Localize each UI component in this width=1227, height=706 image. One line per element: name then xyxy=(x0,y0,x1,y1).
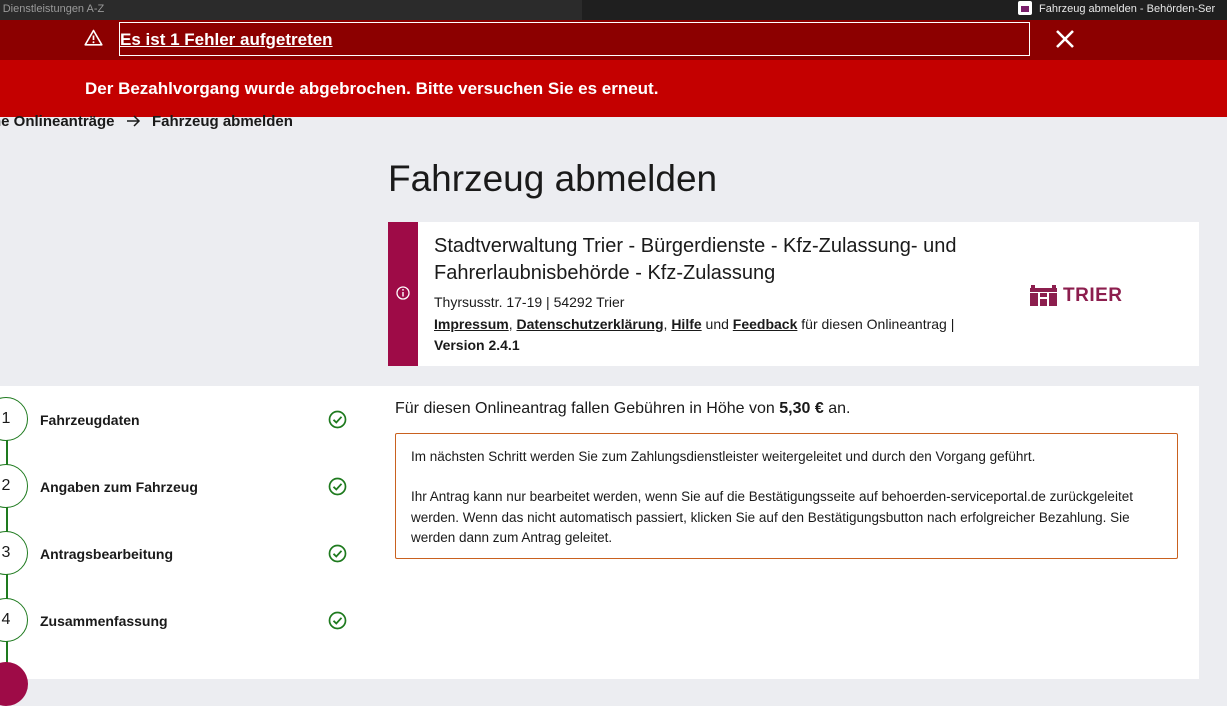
warning-icon xyxy=(84,29,103,46)
authority-address: Thyrsusstr. 17-19 | 54292 Trier xyxy=(434,294,625,310)
breadcrumb-item-onlineantraege[interactable]: ne Onlineanträge xyxy=(0,113,115,130)
step-label-angaben[interactable]: Angaben zum Fahrzeug xyxy=(40,479,198,495)
step-number: 3 xyxy=(1,544,11,561)
step-number: 1 xyxy=(1,410,11,427)
step-number: 4 xyxy=(1,611,11,628)
info-icon xyxy=(396,286,410,300)
browser-tab-title: Fahrzeug abmelden - Behörden-Ser xyxy=(1039,3,1216,15)
check-circle-icon xyxy=(328,544,347,563)
browser-tab-bar: - Dienstleistungen A-Z Fahrzeug abmelden… xyxy=(0,0,1227,20)
arrow-right-icon xyxy=(127,115,141,127)
feedback-link[interactable]: Feedback xyxy=(733,316,798,332)
notice-paragraph-1: Im nächsten Schritt werden Sie zum Zahlu… xyxy=(411,449,1036,464)
check-circle-icon xyxy=(328,477,347,496)
datenschutz-link[interactable]: Datenschutzerklärung xyxy=(516,316,663,332)
links-suffix: für diesen Onlineantrag | xyxy=(801,316,955,332)
impressum-link[interactable]: Impressum xyxy=(434,316,509,332)
authority-name: Stadtverwaltung Trier - Bürgerdienste - … xyxy=(434,235,957,284)
browser-tab-inactive[interactable]: - Dienstleistungen A-Z xyxy=(0,0,582,20)
fee-text: Für diesen Onlineantrag fallen Gebühren … xyxy=(395,400,851,417)
trier-logo-icon xyxy=(1030,285,1057,306)
step-label-zusammenfassung[interactable]: Zusammenfassung xyxy=(40,613,168,629)
notice-paragraph-2: Ihr Antrag kann nur bearbeitet werden, w… xyxy=(411,489,1133,545)
fee-amount: 5,30 € xyxy=(779,400,824,417)
close-icon[interactable] xyxy=(1054,28,1076,50)
step-label-fahrzeugdaten[interactable]: Fahrzeugdaten xyxy=(40,412,140,428)
browser-tab-title: - Dienstleistungen A-Z xyxy=(0,3,105,15)
hilfe-link[interactable]: Hilfe xyxy=(671,316,701,332)
step-number: 2 xyxy=(1,477,11,494)
authority-links: Impressum, Datenschutzerklärung, Hilfe u… xyxy=(434,316,955,332)
page-title: Fahrzeug abmelden xyxy=(388,158,718,199)
check-circle-icon xyxy=(328,410,347,429)
version-label: Version 2.4.1 xyxy=(434,337,520,353)
error-message: Der Bezahlvorgang wurde abgebrochen. Bit… xyxy=(85,79,659,98)
check-circle-icon xyxy=(328,611,347,630)
trier-logo-text: TRIER xyxy=(1063,285,1123,306)
favicon-icon xyxy=(1018,1,1032,15)
breadcrumb-item-current: Fahrzeug abmelden xyxy=(152,113,293,130)
browser-tab-active[interactable]: Fahrzeug abmelden - Behörden-Ser xyxy=(584,0,1227,20)
step-label-antragsbearbeitung[interactable]: Antragsbearbeitung xyxy=(40,546,173,562)
links-und: und xyxy=(705,316,729,332)
error-summary-link[interactable]: Es ist 1 Fehler aufgetreten xyxy=(120,30,333,50)
